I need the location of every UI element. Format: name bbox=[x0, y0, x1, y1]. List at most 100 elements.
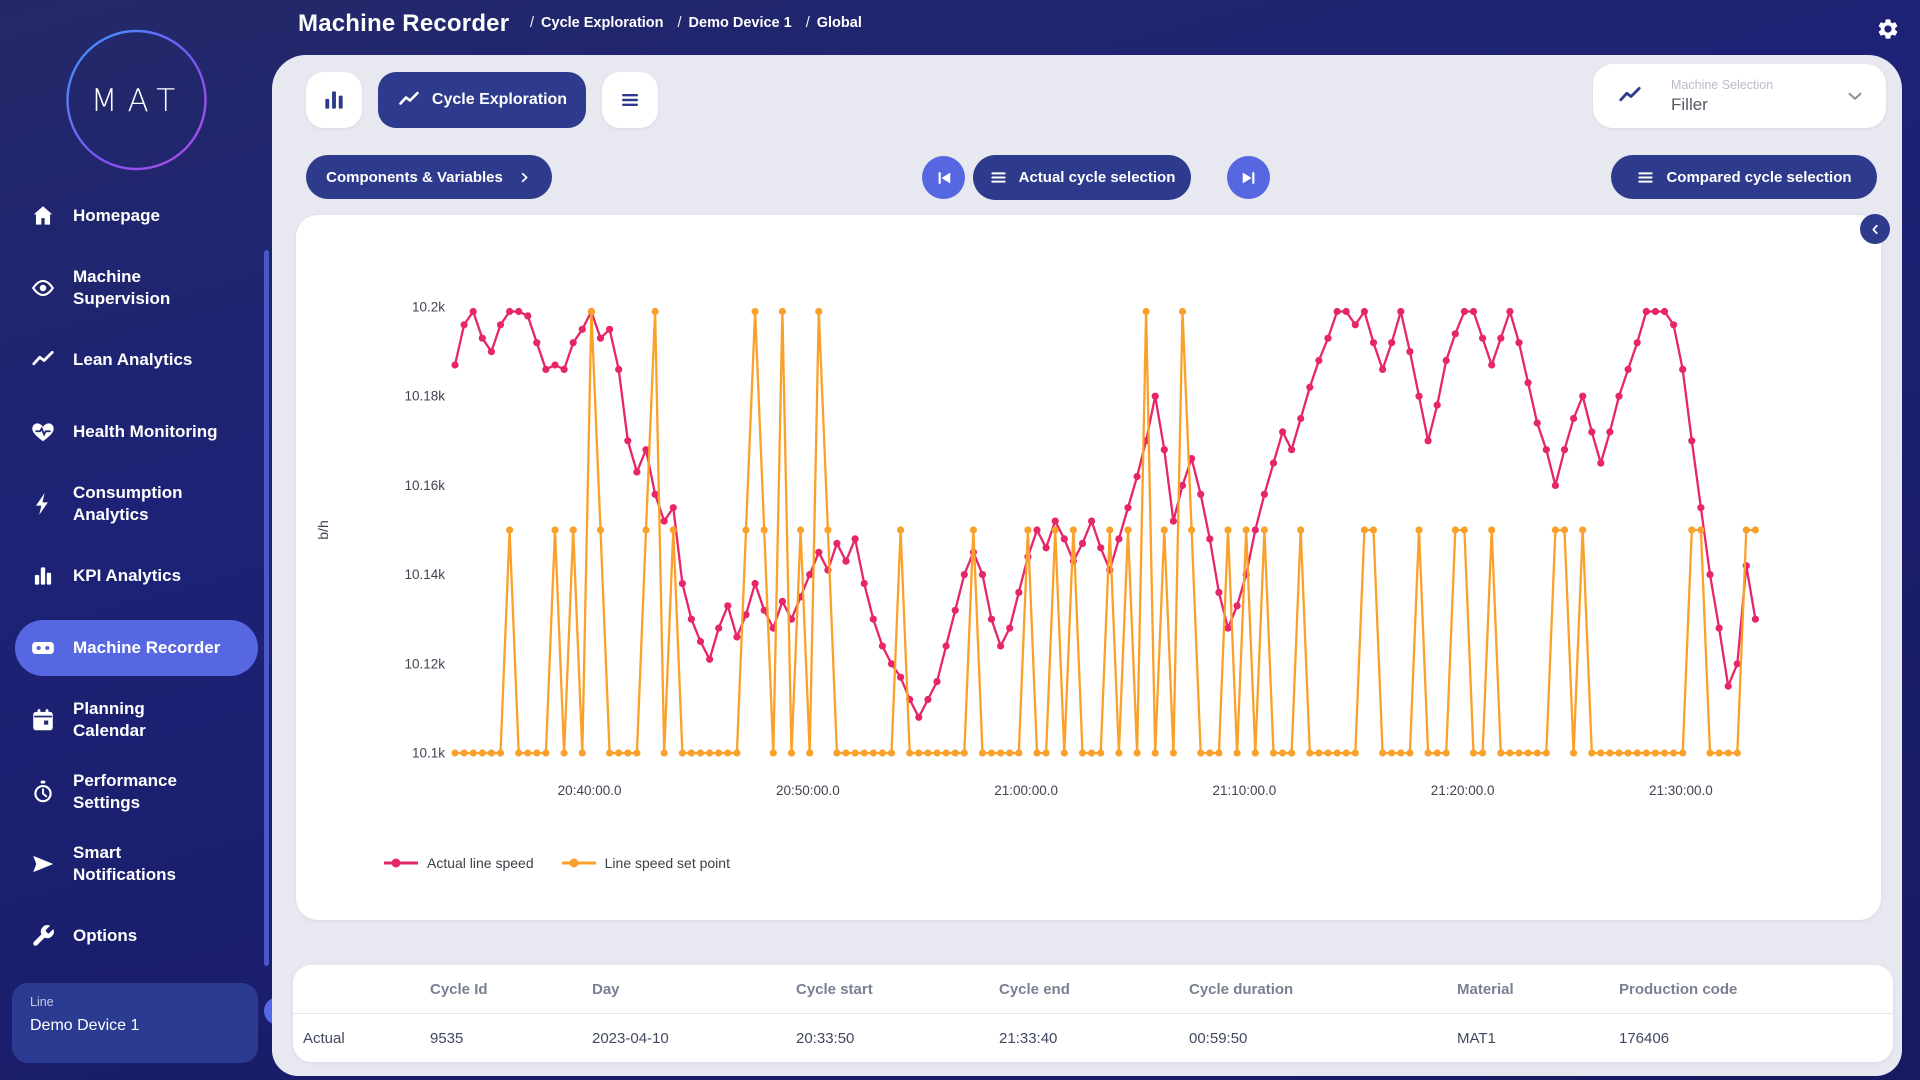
data-point[interactable] bbox=[1224, 625, 1231, 632]
data-point[interactable] bbox=[1452, 330, 1459, 337]
data-point[interactable] bbox=[842, 749, 849, 756]
data-point[interactable] bbox=[1334, 308, 1341, 315]
components-variables-button[interactable]: Components & Variables bbox=[306, 155, 552, 199]
data-point[interactable] bbox=[1324, 335, 1331, 342]
data-point[interactable] bbox=[461, 749, 468, 756]
data-point[interactable] bbox=[1716, 749, 1723, 756]
data-point[interactable] bbox=[652, 308, 659, 315]
data-point[interactable] bbox=[1288, 749, 1295, 756]
data-point[interactable] bbox=[1033, 749, 1040, 756]
data-point[interactable] bbox=[806, 749, 813, 756]
data-point[interactable] bbox=[1315, 357, 1322, 364]
data-point[interactable] bbox=[1515, 339, 1522, 346]
data-point[interactable] bbox=[1534, 419, 1541, 426]
data-point[interactable] bbox=[961, 571, 968, 578]
data-point[interactable] bbox=[1670, 321, 1677, 328]
data-point[interactable] bbox=[1115, 535, 1122, 542]
data-point[interactable] bbox=[861, 580, 868, 587]
data-point[interactable] bbox=[533, 749, 540, 756]
data-point[interactable] bbox=[1234, 602, 1241, 609]
data-point[interactable] bbox=[1188, 526, 1195, 533]
data-point[interactable] bbox=[1297, 526, 1304, 533]
data-point[interactable] bbox=[1215, 589, 1222, 596]
data-point[interactable] bbox=[570, 339, 577, 346]
data-point[interactable] bbox=[1534, 749, 1541, 756]
data-point[interactable] bbox=[943, 642, 950, 649]
data-point[interactable] bbox=[515, 749, 522, 756]
data-point[interactable] bbox=[1643, 308, 1650, 315]
data-point[interactable] bbox=[1734, 749, 1741, 756]
data-point[interactable] bbox=[561, 749, 568, 756]
data-point[interactable] bbox=[1334, 749, 1341, 756]
data-point[interactable] bbox=[624, 437, 631, 444]
data-point[interactable] bbox=[1215, 749, 1222, 756]
data-point[interactable] bbox=[1097, 749, 1104, 756]
data-point[interactable] bbox=[779, 308, 786, 315]
data-point[interactable] bbox=[1397, 749, 1404, 756]
data-point[interactable] bbox=[1170, 518, 1177, 525]
legend-item-line-speed-set-point[interactable]: Line speed set point bbox=[561, 855, 730, 871]
data-point[interactable] bbox=[715, 625, 722, 632]
breadcrumb-item-3[interactable]: /Global bbox=[806, 15, 862, 31]
data-point[interactable] bbox=[588, 308, 595, 315]
data-point[interactable] bbox=[579, 326, 586, 333]
data-point[interactable] bbox=[1543, 749, 1550, 756]
data-point[interactable] bbox=[1470, 308, 1477, 315]
data-point[interactable] bbox=[1406, 348, 1413, 355]
data-point[interactable] bbox=[624, 749, 631, 756]
data-point[interactable] bbox=[661, 518, 668, 525]
data-point[interactable] bbox=[933, 749, 940, 756]
data-point[interactable] bbox=[1361, 308, 1368, 315]
data-point[interactable] bbox=[1652, 308, 1659, 315]
data-point[interactable] bbox=[906, 749, 913, 756]
data-point[interactable] bbox=[1688, 526, 1695, 533]
data-point[interactable] bbox=[1479, 335, 1486, 342]
next-cycle-button[interactable] bbox=[1227, 156, 1270, 199]
data-point[interactable] bbox=[1679, 366, 1686, 373]
actual-cycle-selection-button[interactable]: Actual cycle selection bbox=[973, 155, 1191, 200]
data-point[interactable] bbox=[988, 616, 995, 623]
data-point[interactable] bbox=[451, 361, 458, 368]
data-point[interactable] bbox=[1079, 749, 1086, 756]
data-point[interactable] bbox=[1561, 526, 1568, 533]
data-point[interactable] bbox=[461, 321, 468, 328]
data-point[interactable] bbox=[724, 602, 731, 609]
data-point[interactable] bbox=[1652, 749, 1659, 756]
data-point[interactable] bbox=[779, 598, 786, 605]
data-point[interactable] bbox=[1506, 749, 1513, 756]
data-point[interactable] bbox=[679, 580, 686, 587]
data-point[interactable] bbox=[1143, 308, 1150, 315]
data-point[interactable] bbox=[697, 638, 704, 645]
data-point[interactable] bbox=[488, 749, 495, 756]
data-point[interactable] bbox=[1543, 446, 1550, 453]
data-point[interactable] bbox=[1152, 749, 1159, 756]
data-point[interactable] bbox=[861, 749, 868, 756]
data-point[interactable] bbox=[1625, 366, 1632, 373]
settings-gear-icon[interactable] bbox=[1876, 17, 1900, 41]
data-point[interactable] bbox=[1588, 749, 1595, 756]
data-point[interactable] bbox=[1115, 749, 1122, 756]
data-point[interactable] bbox=[1615, 393, 1622, 400]
data-point[interactable] bbox=[1134, 473, 1141, 480]
data-point[interactable] bbox=[706, 656, 713, 663]
data-point[interactable] bbox=[1597, 460, 1604, 467]
data-point[interactable] bbox=[1570, 415, 1577, 422]
data-point[interactable] bbox=[479, 335, 486, 342]
data-point[interactable] bbox=[1079, 540, 1086, 547]
data-point[interactable] bbox=[724, 749, 731, 756]
sidebar-item-performance-settings[interactable]: PerformanceSettings bbox=[0, 756, 272, 828]
data-point[interactable] bbox=[533, 339, 540, 346]
data-point[interactable] bbox=[1043, 749, 1050, 756]
data-point[interactable] bbox=[1043, 544, 1050, 551]
data-point[interactable] bbox=[1197, 749, 1204, 756]
data-point[interactable] bbox=[506, 526, 513, 533]
data-point[interactable] bbox=[1370, 526, 1377, 533]
data-point[interactable] bbox=[1661, 749, 1668, 756]
data-point[interactable] bbox=[1315, 749, 1322, 756]
data-point[interactable] bbox=[788, 749, 795, 756]
data-point[interactable] bbox=[670, 526, 677, 533]
data-point[interactable] bbox=[879, 642, 886, 649]
data-point[interactable] bbox=[733, 749, 740, 756]
data-point[interactable] bbox=[1279, 428, 1286, 435]
data-point[interactable] bbox=[979, 749, 986, 756]
